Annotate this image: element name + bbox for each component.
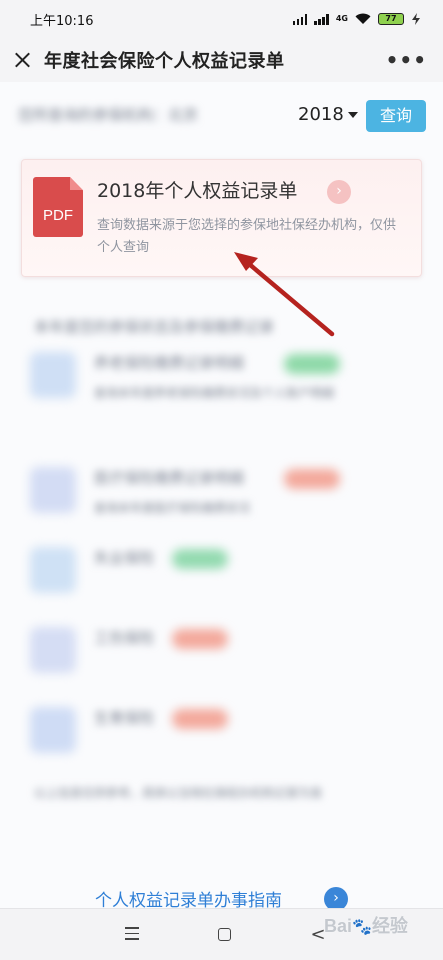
- pdf-file-icon: PDF: [33, 177, 83, 237]
- status-badge: [172, 709, 228, 729]
- guide-link[interactable]: 个人权益记录单办事指南: [95, 886, 282, 908]
- list-item-sub: 查询本年度医疗保险缴费状况: [94, 501, 251, 515]
- battery-icon: 77: [378, 13, 404, 25]
- status-badge: [284, 469, 340, 489]
- close-button[interactable]: [0, 38, 44, 82]
- list-item-label: 医疗保险缴费记录明细: [94, 469, 245, 487]
- footer-note: 以上信息仅供参考，具体以当地社保经办机构记录为准: [34, 786, 323, 800]
- annotation-arrow-icon: [234, 252, 335, 337]
- watermark-text-2: 经验: [371, 916, 408, 936]
- insurance-agency-text: 您所查询的参保机构：北京: [18, 106, 199, 124]
- home-icon[interactable]: [212, 923, 236, 947]
- status-icons: 4G 77: [292, 13, 421, 25]
- baidu-watermark: Bai🐾经验: [324, 900, 440, 952]
- list-item-label: 失业保险: [94, 549, 155, 567]
- page-title: 年度社会保险个人权益记录单: [44, 51, 285, 72]
- app-bar: 年度社会保险个人权益记录单 •••: [0, 38, 443, 82]
- status-bar: 上午10:16 4G 77: [0, 0, 443, 38]
- pdf-icon-label: PDF: [43, 207, 73, 224]
- status-badge: [172, 629, 228, 649]
- chevron-right-icon[interactable]: ›: [327, 180, 351, 204]
- signal-icon: [292, 13, 308, 25]
- menu-icon[interactable]: [120, 923, 144, 947]
- chevron-down-icon: [347, 112, 358, 118]
- list-item-sub: 查询本年度养老保险缴费状况及个人账户明细: [94, 386, 335, 400]
- paw-icon: 🐾: [352, 919, 372, 936]
- pension-icon: [30, 352, 76, 398]
- list-item-label: 养老保险缴费记录明细: [94, 354, 245, 372]
- query-button[interactable]: 查询: [366, 100, 426, 132]
- injury-icon: [30, 627, 76, 673]
- wifi-icon: [355, 13, 371, 24]
- watermark-text: Bai: [324, 916, 353, 936]
- maternity-icon: [30, 707, 76, 753]
- status-badge: [284, 354, 340, 374]
- signal-icon-secondary: [314, 13, 329, 25]
- main-content: 您所查询的参保机构：北京 2018 查询 PDF 2018年个人权益记录单 › …: [0, 82, 443, 908]
- medical-icon: [30, 467, 76, 513]
- pdf-record-card[interactable]: PDF 2018年个人权益记录单 › 查询数据来源于您选择的参保地社保经办机构，…: [21, 159, 422, 277]
- unemployment-icon: [30, 547, 76, 593]
- list-item-label: 生育保险: [94, 709, 155, 727]
- network-type: 4G: [335, 14, 348, 23]
- status-badge: [172, 549, 228, 569]
- filter-row: 您所查询的参保机构：北京 2018 查询: [0, 82, 443, 152]
- list-item[interactable]: 养老保险缴费记录明细 查询本年度养老保险缴费状况及个人账户明细: [30, 352, 420, 432]
- card-title: 2018年个人权益记录单: [97, 180, 298, 202]
- list-item-label: 工伤保险: [94, 629, 155, 647]
- pdf-fold: [70, 177, 83, 190]
- list-item[interactable]: 医疗保险缴费记录明细 查询本年度医疗保险缴费状况: [30, 467, 420, 527]
- year-select[interactable]: 2018: [298, 104, 358, 125]
- list-item[interactable]: 生育保险: [30, 707, 420, 757]
- charging-icon: [412, 13, 420, 25]
- list-item[interactable]: 工伤保险: [30, 627, 420, 677]
- status-time: 上午10:16: [30, 13, 94, 29]
- more-options-button[interactable]: •••: [386, 50, 427, 70]
- list-item[interactable]: 失业保险: [30, 547, 420, 597]
- year-value: 2018: [298, 104, 344, 125]
